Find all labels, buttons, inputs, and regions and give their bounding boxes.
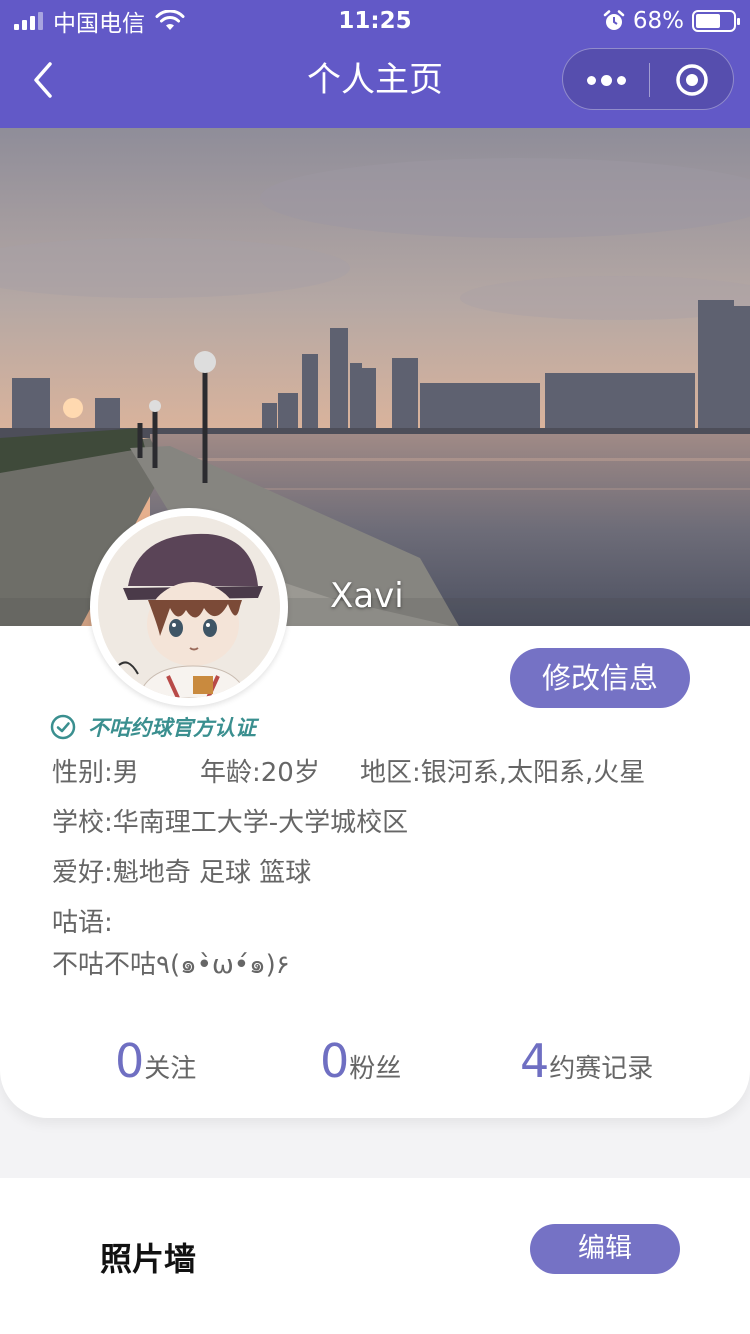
motto-label: 咕语: xyxy=(52,908,113,938)
age-text: 年龄:20岁 xyxy=(200,758,320,788)
stat-followers[interactable]: 0 粉丝 xyxy=(320,1034,401,1088)
stat-followers-label: 粉丝 xyxy=(349,1054,402,1084)
verified-badge: 不咕约球官方认证 xyxy=(50,712,256,742)
region-text: 地区:银河系,太阳系,火星 xyxy=(360,758,646,788)
avatar[interactable] xyxy=(90,508,288,706)
alarm-icon xyxy=(603,10,625,30)
top-bar: 中国电信 11:25 68% 个人主页 xyxy=(0,0,750,128)
stat-match-records[interactable]: 4 约赛记录 xyxy=(520,1034,653,1088)
more-icon[interactable] xyxy=(563,49,649,111)
battery-icon xyxy=(692,10,740,32)
photo-wall-edit-button[interactable]: 编辑 xyxy=(530,1224,680,1274)
stats-row: 0 关注 0 粉丝 4 约赛记录 xyxy=(0,1034,750,1094)
photo-wall-section: 照片墙 编辑 xyxy=(0,1178,750,1334)
battery-percent: 68% xyxy=(632,8,684,34)
stat-following-number: 0 xyxy=(115,1034,145,1088)
motto-text: 不咕不咕٩(๑•̀ω•́๑)۶ xyxy=(52,950,290,980)
username: Xavi xyxy=(330,576,404,616)
stat-match-records-label: 约赛记录 xyxy=(549,1054,654,1084)
school-text: 学校:华南理工大学-大学城校区 xyxy=(52,808,409,838)
close-capsule-icon[interactable] xyxy=(649,49,735,111)
photo-wall-title: 照片墙 xyxy=(100,1240,197,1278)
verified-check-icon xyxy=(50,714,76,740)
stat-match-records-number: 4 xyxy=(520,1034,550,1088)
gender-text: 性别:男 xyxy=(52,758,139,788)
stat-followers-number: 0 xyxy=(320,1034,350,1088)
menu-capsule xyxy=(562,48,734,110)
edit-info-button[interactable]: 修改信息 xyxy=(510,648,690,708)
stat-following-label: 关注 xyxy=(144,1054,197,1084)
hobbies-text: 爱好:魁地奇 足球 篮球 xyxy=(52,858,312,888)
nav-bar: 个人主页 xyxy=(0,40,750,128)
verified-label: 不咕约球官方认证 xyxy=(88,716,256,740)
stat-following[interactable]: 0 关注 xyxy=(115,1034,196,1088)
status-bar: 中国电信 11:25 68% xyxy=(0,0,750,40)
